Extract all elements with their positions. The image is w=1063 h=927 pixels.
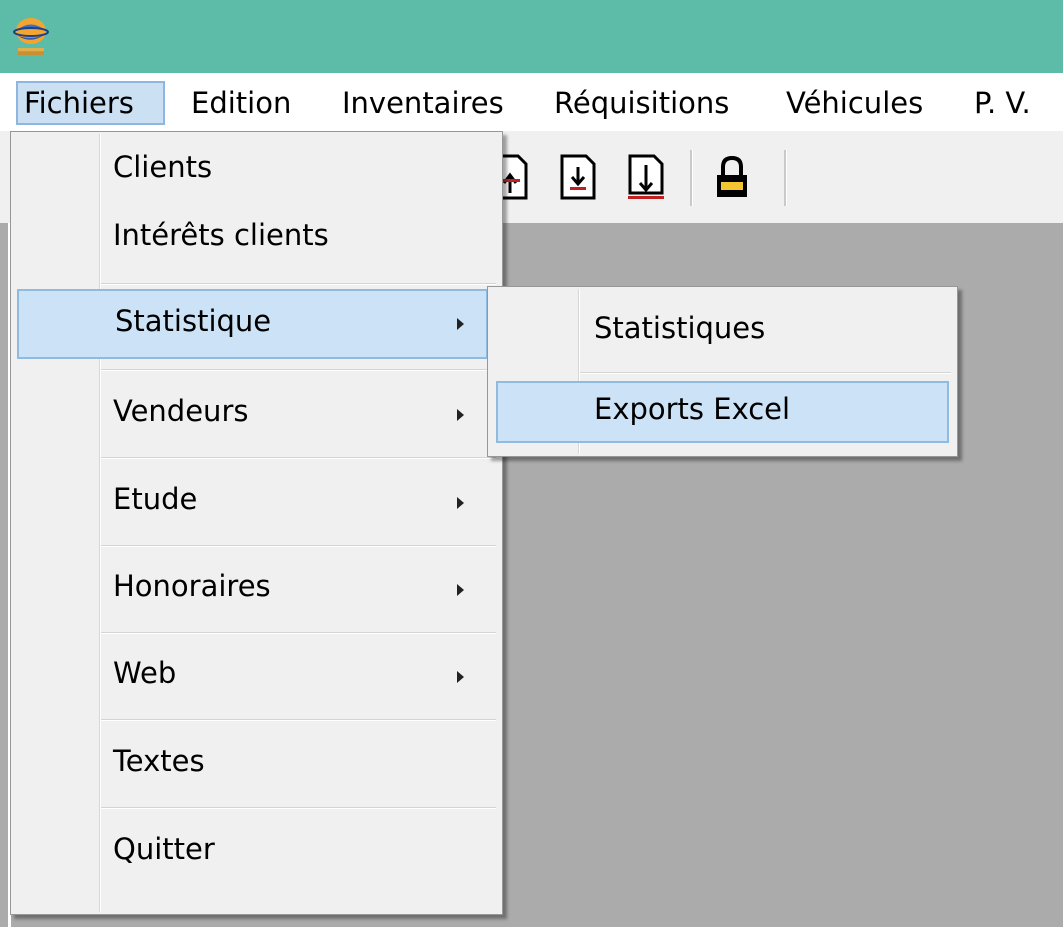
menu-item-web[interactable]: Web bbox=[11, 656, 502, 702]
document-import-icon[interactable] bbox=[558, 153, 598, 201]
menu-separator bbox=[580, 372, 951, 374]
menu-item-interets-clients[interactable]: Intérêts clients bbox=[11, 218, 502, 264]
toolbar-separator bbox=[690, 150, 693, 206]
submenu-arrow-icon bbox=[457, 409, 464, 421]
app-globe-icon[interactable] bbox=[10, 14, 52, 58]
menu-item-etude[interactable]: Etude bbox=[11, 482, 502, 528]
menu-item-clients[interactable]: Clients bbox=[11, 150, 502, 196]
menu-item-label: Clients bbox=[113, 150, 213, 184]
menu-item-vendeurs[interactable]: Vendeurs bbox=[11, 394, 502, 440]
menu-item-label: Vendeurs bbox=[113, 394, 249, 428]
statistique-submenu: Statistiques Exports Excel bbox=[487, 286, 958, 457]
submenu-arrow-icon bbox=[457, 671, 464, 683]
menu-item-exports-excel[interactable]: Exports Excel bbox=[496, 381, 949, 443]
menu-item-label: Statistiques bbox=[594, 311, 766, 345]
menu-vehicules[interactable]: Véhicules bbox=[780, 81, 929, 125]
menu-separator bbox=[101, 283, 496, 285]
menu-separator bbox=[101, 369, 496, 371]
menu-item-label: Web bbox=[113, 656, 177, 690]
menu-requisitions[interactable]: Réquisitions bbox=[548, 81, 735, 125]
fichiers-menu: Clients Intérêts clients Statistique Ven… bbox=[10, 131, 503, 915]
menu-item-label: Etude bbox=[113, 482, 198, 516]
menu-edition[interactable]: Edition bbox=[185, 81, 297, 125]
menu-item-statistique[interactable]: Statistique bbox=[17, 289, 488, 359]
menu-separator bbox=[101, 719, 496, 721]
menu-item-statistiques[interactable]: Statistiques bbox=[488, 311, 957, 357]
submenu-arrow-icon bbox=[457, 318, 464, 330]
lock-icon[interactable] bbox=[712, 153, 752, 201]
menu-inventaires[interactable]: Inventaires bbox=[336, 81, 510, 125]
menu-separator bbox=[101, 457, 496, 459]
menu-item-textes[interactable]: Textes bbox=[11, 744, 502, 790]
menu-item-label: Intérêts clients bbox=[113, 218, 329, 252]
menu-item-label: Textes bbox=[113, 744, 205, 778]
menu-item-quitter[interactable]: Quitter bbox=[11, 832, 502, 878]
menu-item-honoraires[interactable]: Honoraires bbox=[11, 569, 502, 615]
menu-separator bbox=[101, 807, 496, 809]
menu-item-label: Statistique bbox=[115, 304, 272, 338]
menu-item-label: Quitter bbox=[113, 832, 215, 866]
submenu-arrow-icon bbox=[457, 584, 464, 596]
submenu-arrow-icon bbox=[457, 497, 464, 509]
title-bar bbox=[0, 0, 1063, 73]
menu-pv[interactable]: P. V. bbox=[968, 81, 1037, 125]
menu-separator bbox=[101, 545, 496, 547]
menu-separator bbox=[101, 632, 496, 634]
menu-bar: Fichiers Edition Inventaires Réquisition… bbox=[0, 73, 1063, 131]
menu-item-label: Exports Excel bbox=[594, 392, 791, 426]
menu-fichiers[interactable]: Fichiers bbox=[16, 81, 165, 125]
toolbar-separator bbox=[784, 150, 787, 206]
document-export-icon[interactable] bbox=[626, 153, 666, 201]
menu-item-label: Honoraires bbox=[113, 569, 271, 603]
